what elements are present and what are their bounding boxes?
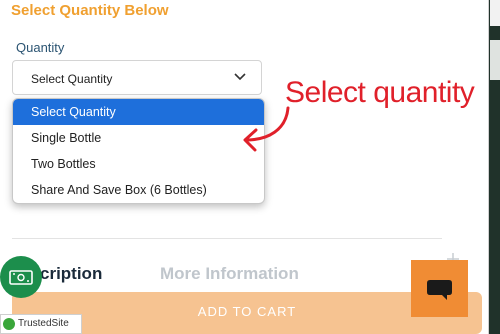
annotation-label: Select quantity xyxy=(285,76,475,109)
quantity-select[interactable]: Select Quantity xyxy=(12,60,262,95)
tabs-divider xyxy=(12,238,442,239)
curved-arrow-icon xyxy=(243,106,290,152)
tab-description[interactable]: cription xyxy=(40,264,102,284)
quantity-option-single-bottle[interactable]: Single Bottle xyxy=(13,125,264,151)
quantity-option-select-quantity[interactable]: Select Quantity xyxy=(13,99,264,125)
trusted-site-badge[interactable]: TrustedSite xyxy=(0,314,82,334)
quantity-label: Quantity xyxy=(16,40,65,55)
product-page: Select Quantity Below Quantity Select Qu… xyxy=(0,0,500,334)
background-window-edge xyxy=(488,0,500,334)
quantity-option-share-and-save-box[interactable]: Share And Save Box (6 Bottles) xyxy=(13,177,264,203)
money-back-badge[interactable] xyxy=(0,256,42,298)
checkmark-icon xyxy=(3,318,15,330)
trusted-site-label: TrustedSite xyxy=(18,318,69,329)
chat-button[interactable] xyxy=(411,260,468,317)
section-heading: Select Quantity Below xyxy=(11,2,169,19)
tab-more-information[interactable]: More Information xyxy=(160,264,299,284)
quantity-dropdown-list: Select Quantity Single Bottle Two Bottle… xyxy=(12,98,265,204)
chat-icon xyxy=(427,280,452,300)
money-icon xyxy=(9,270,33,285)
quantity-select-value: Select Quantity xyxy=(31,72,113,86)
quantity-option-two-bottles[interactable]: Two Bottles xyxy=(13,151,264,177)
chevron-down-icon xyxy=(234,73,246,81)
